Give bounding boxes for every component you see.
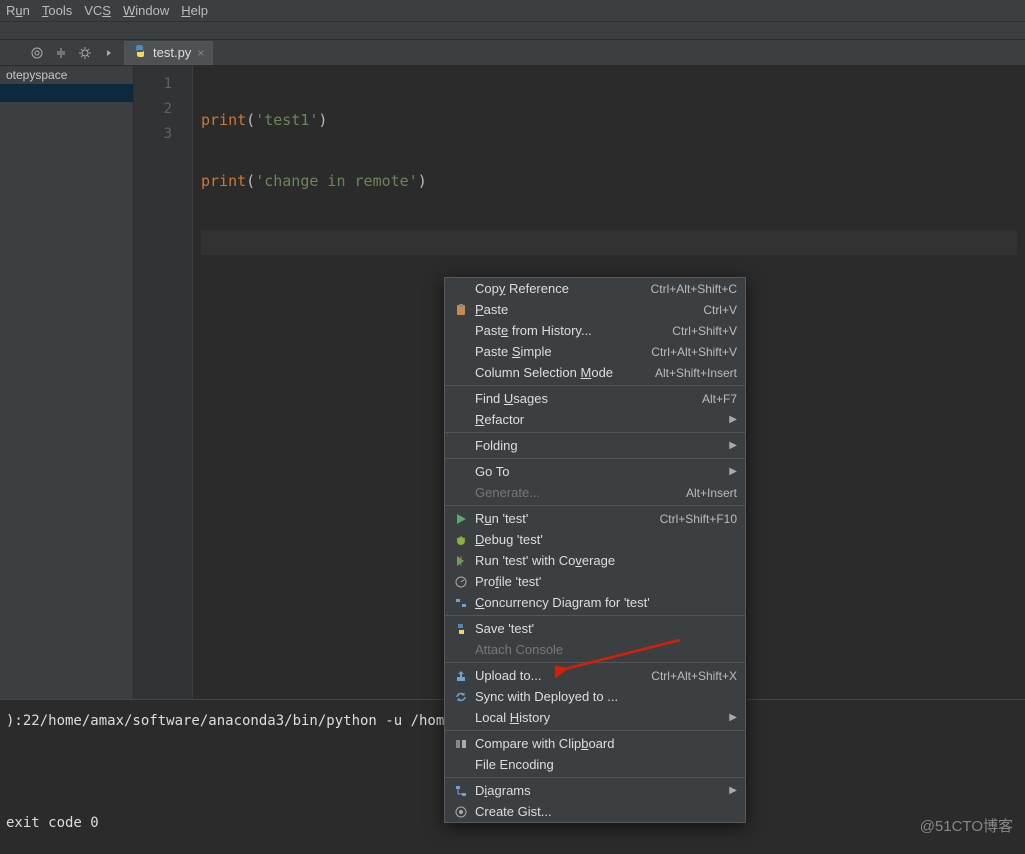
cm-attach-console: Attach Console: [445, 639, 745, 660]
coverage-icon: [453, 555, 469, 567]
cm-profile[interactable]: Profile 'test': [445, 571, 745, 592]
code-line: print('test1'): [201, 108, 1017, 133]
profile-icon: [453, 576, 469, 588]
cm-goto[interactable]: Go To ▶: [445, 461, 745, 482]
cm-separator: [445, 615, 745, 616]
run-icon: [453, 513, 469, 525]
sync-icon: [453, 691, 469, 703]
line-number: 2: [134, 97, 172, 122]
menu-vcs[interactable]: VCS: [84, 3, 111, 18]
menu-help[interactable]: Help: [181, 3, 208, 18]
gist-icon: [453, 806, 469, 818]
cm-sync-deployed[interactable]: Sync with Deployed to ...: [445, 686, 745, 707]
paste-icon: [453, 303, 469, 317]
menu-run[interactable]: Run: [6, 3, 30, 18]
code-line: print('change in remote'): [201, 169, 1017, 194]
cm-column-selection[interactable]: Column Selection Mode Alt+Shift+Insert: [445, 362, 745, 383]
cm-paste[interactable]: Paste Ctrl+V: [445, 299, 745, 320]
target-icon[interactable]: [30, 46, 44, 60]
project-child-node[interactable]: [0, 84, 133, 102]
submenu-arrow-icon: ▶: [729, 466, 737, 477]
breadcrumb-bar: [0, 22, 1025, 40]
menu-tools[interactable]: Tools: [42, 3, 72, 18]
cm-separator: [445, 662, 745, 663]
cm-file-encoding[interactable]: File Encoding: [445, 754, 745, 775]
cm-separator: [445, 505, 745, 506]
collapse-icon[interactable]: [54, 46, 68, 60]
cm-upload-to[interactable]: Upload to... Ctrl+Alt+Shift+X: [445, 665, 745, 686]
cm-separator: [445, 730, 745, 731]
cm-separator: [445, 385, 745, 386]
line-number: 3: [134, 122, 172, 147]
cm-compare-clipboard[interactable]: Compare with Clipboard: [445, 733, 745, 754]
hide-icon[interactable]: [102, 46, 116, 60]
code-line: [201, 230, 1017, 255]
submenu-arrow-icon: ▶: [729, 712, 737, 723]
project-sidebar: otepyspace: [0, 66, 134, 699]
diagram-icon: [453, 785, 469, 797]
main-menubar: Run Tools VCS Window Help: [0, 0, 1025, 22]
cm-generate: Generate... Alt+Insert: [445, 482, 745, 503]
project-root-node[interactable]: otepyspace: [0, 66, 133, 84]
cm-debug[interactable]: Debug 'test': [445, 529, 745, 550]
tab-label: test.py: [153, 45, 191, 60]
cm-local-history[interactable]: Local History ▶: [445, 707, 745, 728]
submenu-arrow-icon: ▶: [729, 440, 737, 451]
upload-icon: [453, 670, 469, 682]
compare-icon: [453, 738, 469, 750]
cm-folding[interactable]: Folding ▶: [445, 435, 745, 456]
editor-context-menu: Copy Reference Ctrl+Alt+Shift+C Paste Ct…: [444, 277, 746, 823]
cm-concurrency[interactable]: Concurrency Diagram for 'test': [445, 592, 745, 613]
cm-coverage[interactable]: Run 'test' with Coverage: [445, 550, 745, 571]
python-icon: [133, 44, 147, 61]
editor-tab-bar: test.py ×: [0, 40, 1025, 66]
cm-separator: [445, 432, 745, 433]
cm-separator: [445, 777, 745, 778]
gear-icon[interactable]: [78, 46, 92, 60]
cm-diagrams[interactable]: Diagrams ▶: [445, 780, 745, 801]
concurrency-icon: [453, 597, 469, 609]
cm-refactor[interactable]: Refactor ▶: [445, 409, 745, 430]
cm-separator: [445, 458, 745, 459]
editor-tab[interactable]: test.py ×: [124, 41, 213, 65]
bug-icon: [453, 534, 469, 546]
editor-gutter: 1 2 3: [134, 66, 193, 699]
watermark: @51CTO博客: [920, 815, 1013, 836]
submenu-arrow-icon: ▶: [729, 785, 737, 796]
cm-create-gist[interactable]: Create Gist...: [445, 801, 745, 822]
close-icon[interactable]: ×: [197, 46, 204, 60]
python-icon: [453, 623, 469, 635]
cm-copy-reference[interactable]: Copy Reference Ctrl+Alt+Shift+C: [445, 278, 745, 299]
cm-paste-history[interactable]: Paste from History... Ctrl+Shift+V: [445, 320, 745, 341]
line-number: 1: [134, 72, 172, 97]
cm-paste-simple[interactable]: Paste Simple Ctrl+Alt+Shift+V: [445, 341, 745, 362]
submenu-arrow-icon: ▶: [729, 414, 737, 425]
cm-save[interactable]: Save 'test': [445, 618, 745, 639]
project-toolbar: [0, 46, 116, 60]
cm-run[interactable]: Run 'test' Ctrl+Shift+F10: [445, 508, 745, 529]
cm-find-usages[interactable]: Find Usages Alt+F7: [445, 388, 745, 409]
menu-window[interactable]: Window: [123, 3, 169, 18]
